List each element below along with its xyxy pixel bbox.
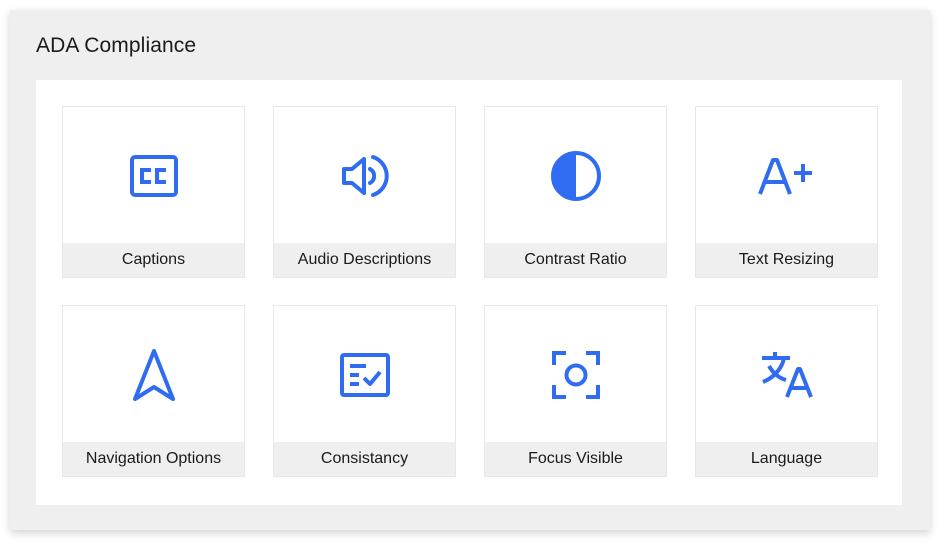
card-label: Focus Visible [485,442,666,476]
card-label: Navigation Options [63,442,244,476]
speaker-icon [274,107,455,245]
card-language[interactable]: Language [695,305,878,477]
feature-grid: Captions Audio Descriptions Contrast Rat… [36,80,902,505]
closed-captions-icon [63,107,244,245]
text-resize-icon [696,107,877,245]
card-audio-descriptions[interactable]: Audio Descriptions [273,106,456,278]
focus-icon [485,306,666,444]
translate-icon [696,306,877,444]
ada-compliance-window: ADA Compliance Captions Audio Descriptio… [10,10,930,530]
card-captions[interactable]: Captions [62,106,245,278]
page-title: ADA Compliance [36,34,197,57]
card-focus-visible[interactable]: Focus Visible [484,305,667,477]
card-label: Contrast Ratio [485,243,666,277]
card-label: Language [696,442,877,476]
card-label: Captions [63,243,244,277]
card-text-resizing[interactable]: Text Resizing [695,106,878,278]
card-label: Text Resizing [696,243,877,277]
checklist-icon [274,306,455,444]
card-contrast-ratio[interactable]: Contrast Ratio [484,106,667,278]
card-label: Consistancy [274,442,455,476]
card-navigation-options[interactable]: Navigation Options [62,305,245,477]
navigation-arrow-icon [63,306,244,444]
card-label: Audio Descriptions [274,243,455,277]
contrast-icon [485,107,666,245]
card-consistancy[interactable]: Consistancy [273,305,456,477]
